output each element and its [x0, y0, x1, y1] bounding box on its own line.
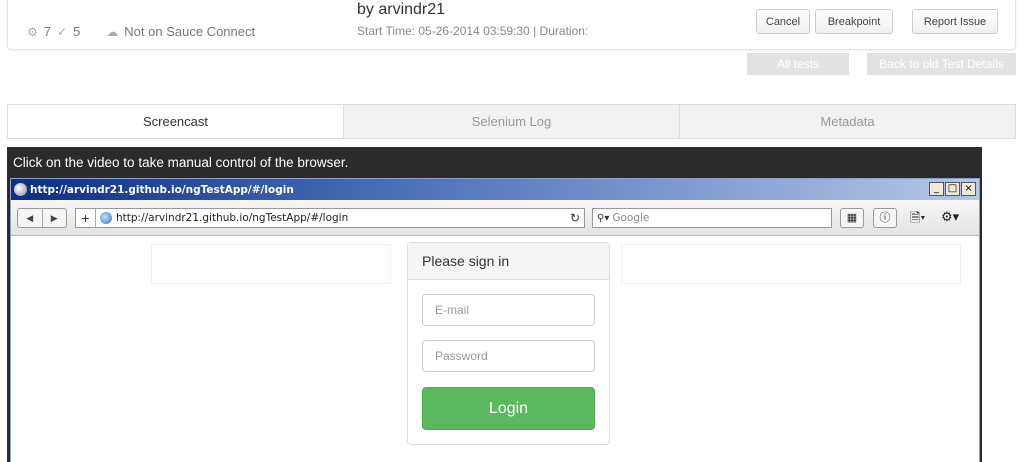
search-icon: ⚲▾ [597, 212, 610, 224]
faint-element [621, 244, 961, 284]
screencast-video[interactable]: Click on the video to take manual contro… [7, 147, 982, 462]
search-placeholder: Google [612, 212, 650, 224]
faint-element [151, 244, 391, 284]
close-icon[interactable]: × [961, 182, 976, 196]
tunnel-status: Not on Sauce Connect [124, 24, 256, 39]
page-menu-icon[interactable]: 🗎▾ [910, 209, 925, 231]
tab-metadata[interactable]: Metadata [679, 105, 1015, 138]
maximize-icon[interactable]: □ [945, 182, 960, 196]
site-globe-icon [100, 212, 112, 224]
breakpoint-button[interactable]: Breakpoint [815, 9, 893, 34]
back-icon[interactable]: ◀ [18, 209, 43, 227]
detail-tabs: Screencast Selenium Log Metadata [7, 104, 1016, 139]
builds-icon: ⚙ [27, 24, 38, 39]
builds-count: 7 [43, 24, 51, 39]
sign-in-panel: Please sign in E-mail Password Login [407, 242, 610, 445]
cloud-icon: ☁ [106, 24, 119, 39]
remote-page-content: Please sign in E-mail Password Login [11, 236, 979, 462]
minimize-icon[interactable]: _ [929, 182, 944, 196]
cancel-button[interactable]: Cancel [756, 9, 810, 34]
video-caption: Click on the video to take manual contro… [13, 155, 349, 170]
search-bar[interactable]: ⚲▾ Google [592, 208, 832, 228]
report-issue-button[interactable]: Report Issue [912, 9, 998, 34]
window-titlebar: http://arvindr21.github.io/ngTestApp/#/l… [11, 179, 979, 200]
old-test-details-link[interactable]: Back to old Test Details [867, 53, 1016, 75]
test-owner-title: by arvindr21 [357, 1, 446, 18]
settings-gear-icon[interactable]: ⚙▾ [941, 209, 959, 225]
forward-icon[interactable]: ▶ [43, 209, 67, 227]
test-stats: ⚙ 7 ✓ 5 ☁ Not on Sauce Connect [27, 24, 255, 39]
tab-selenium-log[interactable]: Selenium Log [343, 105, 679, 138]
window-title: http://arvindr21.github.io/ngTestApp/#/l… [30, 183, 294, 196]
address-url[interactable]: http://arvindr21.github.io/ngTestApp/#/l… [116, 212, 566, 224]
tab-screencast[interactable]: Screencast [8, 105, 343, 138]
login-button[interactable]: Login [422, 387, 595, 430]
nav-buttons: ◀ ▶ [17, 208, 67, 228]
checks-count: 5 [73, 24, 81, 39]
reload-icon[interactable]: ↻ [566, 211, 584, 225]
sign-in-heading: Please sign in [408, 243, 609, 280]
reader-icon[interactable]: ▦ [840, 208, 864, 228]
window-controls: _ □ × [929, 182, 976, 196]
email-field[interactable]: E-mail [422, 294, 595, 326]
add-bookmark-icon[interactable]: + [76, 209, 96, 227]
browser-globe-icon [14, 183, 27, 196]
browser-toolbar: ◀ ▶ + http://arvindr21.github.io/ngTestA… [11, 200, 979, 236]
start-time-text: Start Time: 05-26-2014 03:59:30 | Durati… [357, 24, 589, 38]
password-field[interactable]: Password [422, 340, 595, 372]
info-icon[interactable]: ⓘ [873, 208, 897, 228]
all-tests-link[interactable]: All tests [747, 53, 849, 75]
remote-browser-window[interactable]: http://arvindr21.github.io/ngTestApp/#/l… [10, 178, 980, 462]
address-bar[interactable]: + http://arvindr21.github.io/ngTestApp/#… [75, 208, 585, 228]
check-circle-icon: ✓ [57, 24, 68, 39]
